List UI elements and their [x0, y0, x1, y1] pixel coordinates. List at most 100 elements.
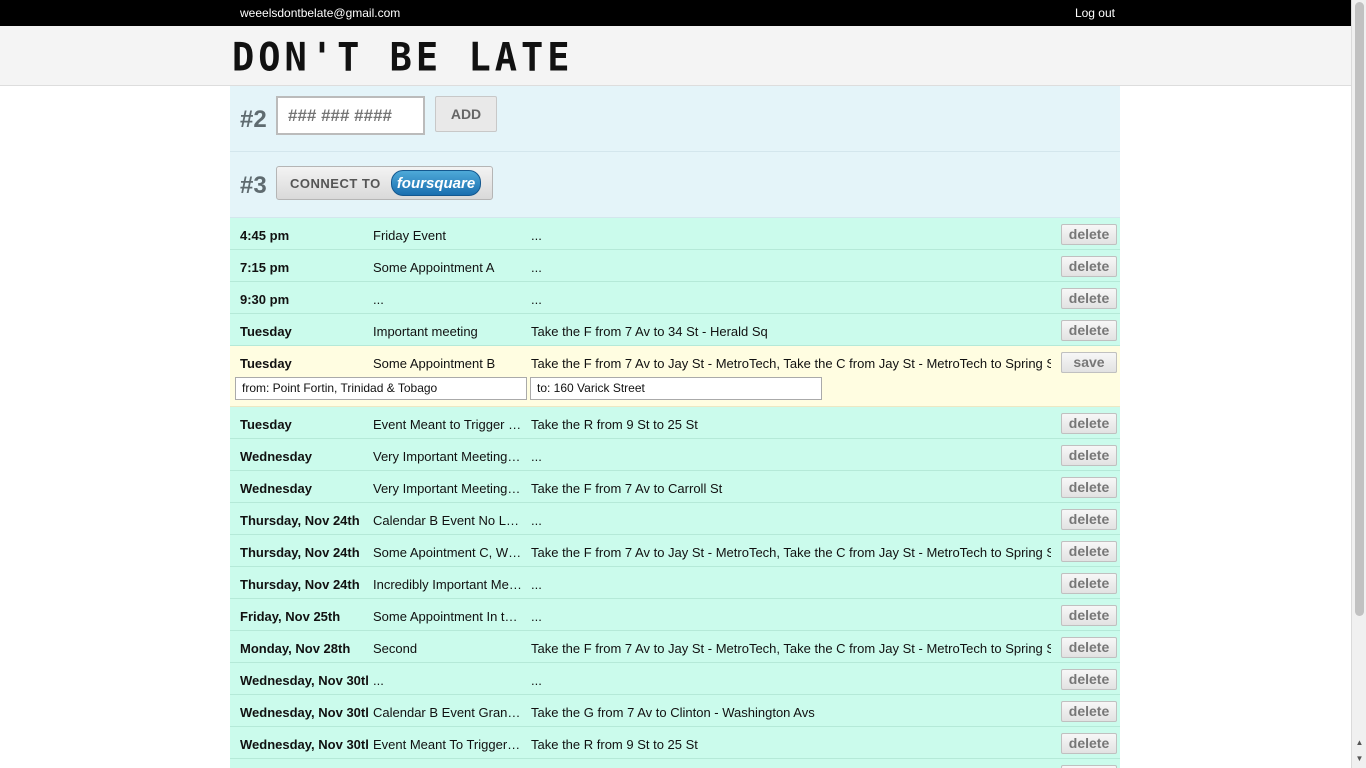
- event-row[interactable]: 4:45 pm Friday Event... delete: [230, 218, 1120, 250]
- delete-button[interactable]: delete: [1061, 605, 1117, 626]
- event-route: Take the R from 9 St to 25 St: [531, 737, 698, 752]
- event-title: Very Important Meeting #1: [373, 449, 523, 464]
- header: DON'T BE LATE: [0, 26, 1351, 86]
- event-time: Thursday, Nov 24th: [240, 513, 360, 528]
- delete-button[interactable]: delete: [1061, 701, 1117, 722]
- event-row[interactable]: Tuesday Event Meant to Trigger S… Take the…: [230, 407, 1120, 439]
- event-row[interactable]: Monday, Nov 28th Second Take the F from 7 …: [230, 631, 1120, 663]
- event-route: ...: [531, 609, 542, 624]
- main-content: #2 ADD #3 CONNECT TO foursquare 4:45 pm F…: [230, 86, 1120, 768]
- event-time: Wednesday, Nov 30th: [240, 737, 368, 752]
- event-row[interactable]: Thursday, Nov 24th Calendar B Event No Lo…: [230, 503, 1120, 535]
- step-add-phone: #2 ADD: [230, 86, 1120, 152]
- event-time: Wednesday: [240, 481, 313, 496]
- event-title: Friday Event: [373, 228, 446, 243]
- add-phone-button[interactable]: ADD: [435, 96, 497, 132]
- event-row[interactable]: Thursday, Nov 24th Some Apointment C, Wit…: [230, 535, 1120, 567]
- event-time: Wednesday: [240, 449, 313, 464]
- event-title: ...: [373, 292, 384, 307]
- event-route: Take the G from 7 Av to Clinton - Washin…: [531, 705, 815, 720]
- event-title: Some Apointment C, Wit…: [373, 545, 523, 560]
- event-time: 4:45 pm: [240, 228, 290, 243]
- connect-label: CONNECT TO: [290, 176, 381, 191]
- delete-button[interactable]: delete: [1061, 637, 1117, 658]
- event-title: Calendar B Event Grand …: [373, 705, 523, 720]
- event-time: Wednesday, Nov 30th: [240, 705, 368, 720]
- delete-button[interactable]: delete: [1061, 477, 1117, 498]
- event-title: Some Appointment In the…: [373, 609, 523, 624]
- scroll-up-icon[interactable]: ▲: [1354, 738, 1365, 747]
- event-route: ...: [531, 228, 542, 243]
- event-title: Incredibly Important Meet…: [373, 577, 523, 592]
- event-row[interactable]: Wednesday, Nov 30th Calendar B Event Gran…: [230, 695, 1120, 727]
- events-list: 4:45 pm Friday Event... delete 7:15 pm Some …: [230, 218, 1120, 768]
- event-time: Monday, Nov 28th: [240, 641, 351, 656]
- event-row[interactable]: Wednesday, Nov 30th...... delete: [230, 663, 1120, 695]
- event-row[interactable]: delete: [230, 759, 1120, 768]
- event-time: 7:15 pm: [240, 260, 290, 275]
- top-bar: weeelsdontbelate@gmail.com Log out: [0, 0, 1351, 26]
- event-route: Take the F from 7 Av to Jay St - MetroTe…: [531, 641, 1051, 656]
- step-connect-foursquare: #3 CONNECT TO foursquare: [230, 152, 1120, 218]
- event-route: ...: [531, 260, 542, 275]
- delete-button[interactable]: delete: [1061, 669, 1117, 690]
- event-time: Thursday, Nov 24th: [240, 545, 360, 560]
- phone-input[interactable]: [276, 96, 425, 135]
- delete-button[interactable]: delete: [1061, 733, 1117, 754]
- event-route: ...: [531, 449, 542, 464]
- event-route: ...: [531, 513, 542, 528]
- event-row[interactable]: 9:30 pm...... delete: [230, 282, 1120, 314]
- connect-foursquare-button[interactable]: CONNECT TO foursquare: [276, 166, 493, 200]
- event-row[interactable]: 7:15 pm Some Appointment A... delete: [230, 250, 1120, 282]
- event-title: ...: [373, 673, 384, 688]
- scrollbar-thumb[interactable]: [1355, 2, 1364, 616]
- event-row[interactable]: Wednesday, Nov 30th Event Meant To Trigge…: [230, 727, 1120, 759]
- event-time: Thursday, Nov 24th: [240, 577, 360, 592]
- event-title: Important meeting: [373, 324, 478, 339]
- delete-button[interactable]: delete: [1061, 573, 1117, 594]
- event-row[interactable]: Tuesday Important meeting Take the F from …: [230, 314, 1120, 346]
- step-number: #2: [240, 106, 267, 133]
- event-title: Second: [373, 641, 418, 656]
- from-field[interactable]: from: Point Fortin, Trinidad & Tobago: [235, 377, 527, 400]
- save-button[interactable]: save: [1061, 352, 1117, 373]
- delete-button[interactable]: delete: [1061, 256, 1117, 277]
- event-row-selected[interactable]: Tuesday Some Appointment B Take the F from…: [230, 346, 1120, 407]
- event-row[interactable]: Wednesday Very Important Meeting #3 Take t…: [230, 471, 1120, 503]
- delete-button[interactable]: delete: [1061, 509, 1117, 530]
- event-route: Take the R from 9 St to 25 St: [531, 417, 698, 432]
- foursquare-logo: foursquare: [391, 170, 481, 196]
- delete-button[interactable]: delete: [1061, 413, 1117, 434]
- event-route: Take the F from 7 Av to Jay St - MetroTe…: [531, 545, 1051, 560]
- scroll-down-icon[interactable]: ▼: [1354, 754, 1365, 763]
- event-time: Tuesday: [240, 324, 292, 339]
- step-number: #3: [240, 172, 267, 199]
- event-time: 9:30 pm: [240, 292, 290, 307]
- event-time: Friday, Nov 25th: [240, 609, 341, 624]
- event-row[interactable]: Thursday, Nov 24th Incredibly Important M…: [230, 567, 1120, 599]
- event-row[interactable]: Friday, Nov 25th Some Appointment In the……: [230, 599, 1120, 631]
- event-time: Tuesday: [240, 417, 292, 432]
- delete-button[interactable]: delete: [1061, 224, 1117, 245]
- event-title: Event Meant To Trigger …: [373, 737, 523, 752]
- event-title: Very Important Meeting #3: [373, 481, 523, 496]
- logo[interactable]: DON'T BE LATE: [232, 35, 574, 80]
- event-route: Take the F from 7 Av to Carroll St: [531, 481, 723, 496]
- event-row[interactable]: Wednesday Very Important Meeting #1... del…: [230, 439, 1120, 471]
- event-route: ...: [531, 673, 542, 688]
- logout-link[interactable]: Log out: [1075, 6, 1115, 20]
- delete-button[interactable]: delete: [1061, 445, 1117, 466]
- delete-button[interactable]: delete: [1061, 541, 1117, 562]
- event-time: Tuesday: [240, 356, 292, 371]
- to-field[interactable]: to: 160 Varick Street: [530, 377, 822, 400]
- scrollbar[interactable]: ▲ ▼: [1351, 0, 1366, 768]
- event-route: Take the F from 7 Av to 34 St - Herald S…: [531, 324, 768, 339]
- event-title: Calendar B Event No Lo…: [373, 513, 523, 528]
- account-email: weeelsdontbelate@gmail.com: [240, 6, 401, 20]
- delete-button[interactable]: delete: [1061, 320, 1117, 341]
- event-time: Wednesday, Nov 30th: [240, 673, 368, 688]
- event-title: Event Meant to Trigger S…: [373, 417, 523, 432]
- delete-button[interactable]: delete: [1061, 288, 1117, 309]
- event-title: Some Appointment A: [373, 260, 495, 275]
- event-route: Take the F from 7 Av to Jay St - MetroTe…: [531, 356, 1051, 371]
